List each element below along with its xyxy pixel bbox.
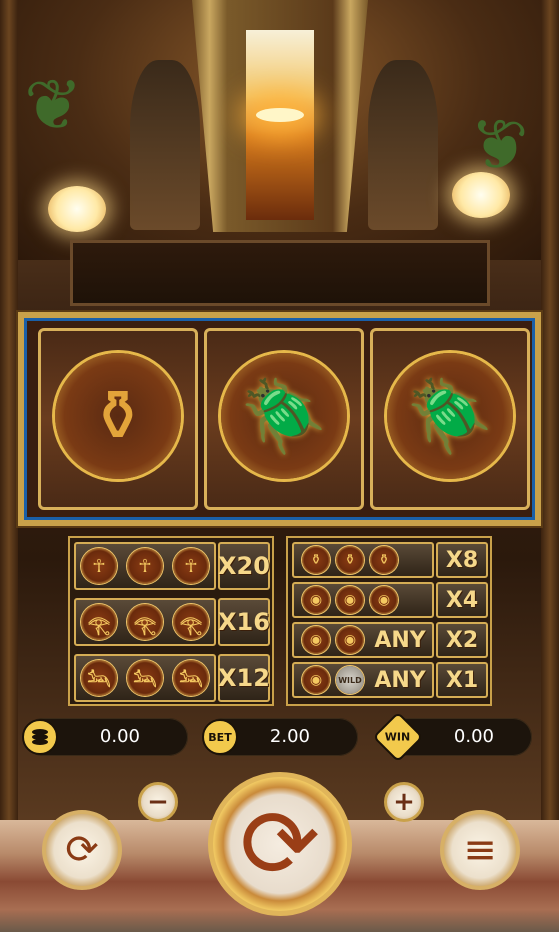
message-banner (70, 240, 490, 306)
reel-3: 🪲 (370, 328, 530, 510)
coins-icon (32, 729, 48, 745)
paytable-row: ⚱ ⚱ ⚱ X8 (292, 542, 488, 578)
multiplier-label: X1 (436, 662, 488, 698)
pharaoh-icon: ☥ (173, 548, 209, 584)
paytable-left: ☥ ☥ ☥ X20 𓂀 𓂀 𓂀 X16 𓃢 𓃢 𓃢 X12 (68, 536, 274, 706)
scarab-icon: ◉ (370, 586, 398, 614)
increase-bet-button[interactable]: + (384, 782, 424, 822)
scarab-icon: 🪲 (406, 375, 494, 457)
autoplay-button[interactable]: ⟳ (42, 810, 122, 890)
multiplier-label: X12 (218, 654, 270, 702)
paytable-symbols: 𓃢 𓃢 𓃢 (74, 654, 216, 702)
multiplier-label: X8 (436, 542, 488, 578)
right-statue (368, 60, 438, 230)
paytable-row: ☥ ☥ ☥ X20 (74, 542, 270, 590)
reel-1: ⚱ (38, 328, 198, 510)
right-frame (541, 0, 559, 932)
scarab-icon: ◉ (302, 586, 330, 614)
multiplier-label: X16 (218, 598, 270, 646)
multiplier-label: X20 (218, 542, 270, 590)
paytable-right: ⚱ ⚱ ⚱ X8 ◉ ◉ ◉ X4 ◉ ◉ ANY X2 ◉ WILD ANY … (286, 536, 492, 706)
urn-icon: ⚱ (370, 546, 398, 574)
multiplier-label: X4 (436, 582, 488, 618)
eye-of-horus-icon: 𓂀 (173, 604, 209, 640)
wild-coin-icon: WILD (336, 666, 364, 694)
urn-icon: ⚱ (88, 375, 148, 457)
pharaoh-icon: ☥ (81, 548, 117, 584)
left-frame (0, 0, 18, 932)
paytable-row: ◉ ◉ ◉ X4 (292, 582, 488, 618)
eye-of-horus-icon: 𓂀 (127, 604, 163, 640)
paytable-row: 𓂀 𓂀 𓂀 X16 (74, 598, 270, 646)
scarab-icon: 🪲 (240, 375, 328, 457)
temple-light (246, 30, 314, 220)
balance-value: 0.00 (99, 726, 140, 747)
pharaoh-icon: ☥ (127, 548, 163, 584)
bronze-coin-icon: ◉ (302, 666, 330, 694)
reel-symbol: 🪲 (387, 353, 513, 479)
multiplier-label: X2 (436, 622, 488, 658)
bet-value: 2.00 (269, 726, 310, 747)
game-screen: ❦ ❦ ⚱ 🪲 🪲 ☥ ☥ ☥ X20 𓂀 𓂀 𓂀 X16 𓃢 𓃢 𓃢 X12 … (0, 0, 559, 932)
spin-button[interactable]: ⟳ (208, 772, 352, 916)
left-lamp-icon (48, 186, 106, 232)
paytable-symbols: ◉ ◉ ANY (292, 622, 434, 658)
anubis-icon: 𓃢 (81, 660, 117, 696)
reel-symbol: 🪲 (221, 353, 347, 479)
reel-symbol: ⚱ (55, 353, 181, 479)
any-label: ANY (374, 667, 426, 693)
bronze-coin-icon: ◉ (336, 626, 364, 654)
palm-leaf-icon: ❦ (24, 64, 83, 146)
spin-icon: ⟳ (239, 788, 321, 900)
urn-icon: ⚱ (302, 546, 330, 574)
reel-area: ⚱ 🪲 🪲 (18, 312, 541, 526)
paytable-symbols: ☥ ☥ ☥ (74, 542, 216, 590)
menu-icon: ≡ (463, 827, 497, 873)
paytable-symbols: ⚱ ⚱ ⚱ (292, 542, 434, 578)
paytable-symbols: 𓂀 𓂀 𓂀 (74, 598, 216, 646)
bronze-coin-icon: ◉ (302, 626, 330, 654)
reel-2: 🪲 (204, 328, 364, 510)
paytable-symbols: ◉ ◉ ◉ (292, 582, 434, 618)
anubis-icon: 𓃢 (173, 660, 209, 696)
palm-leaf-icon: ❦ (470, 104, 529, 186)
paytable-row: ◉ ◉ ANY X2 (292, 622, 488, 658)
urn-icon: ⚱ (336, 546, 364, 574)
win-badge-label: WIN (385, 730, 411, 744)
bet-display: BET 2.00 (202, 718, 358, 756)
menu-button[interactable]: ≡ (440, 810, 520, 890)
paytable-symbols: ◉ WILD ANY (292, 662, 434, 698)
sun-glow (256, 108, 304, 122)
balance-display: 0.00 (22, 718, 188, 756)
eye-of-horus-icon: 𓂀 (81, 604, 117, 640)
paytable-row: 𓃢 𓃢 𓃢 X12 (74, 654, 270, 702)
win-badge-icon: WIN (372, 711, 424, 763)
coins-icon (22, 719, 58, 755)
win-value: 0.00 (453, 726, 494, 747)
autoplay-icon: ⟳ (65, 827, 99, 873)
left-statue (130, 60, 200, 230)
anubis-icon: 𓃢 (127, 660, 163, 696)
win-display: WIN 0.00 (372, 711, 532, 763)
decrease-bet-button[interactable]: − (138, 782, 178, 822)
scarab-icon: ◉ (336, 586, 364, 614)
bet-chip-icon: BET (202, 719, 238, 755)
paytable-row: ◉ WILD ANY X1 (292, 662, 488, 698)
any-label: ANY (374, 627, 426, 653)
